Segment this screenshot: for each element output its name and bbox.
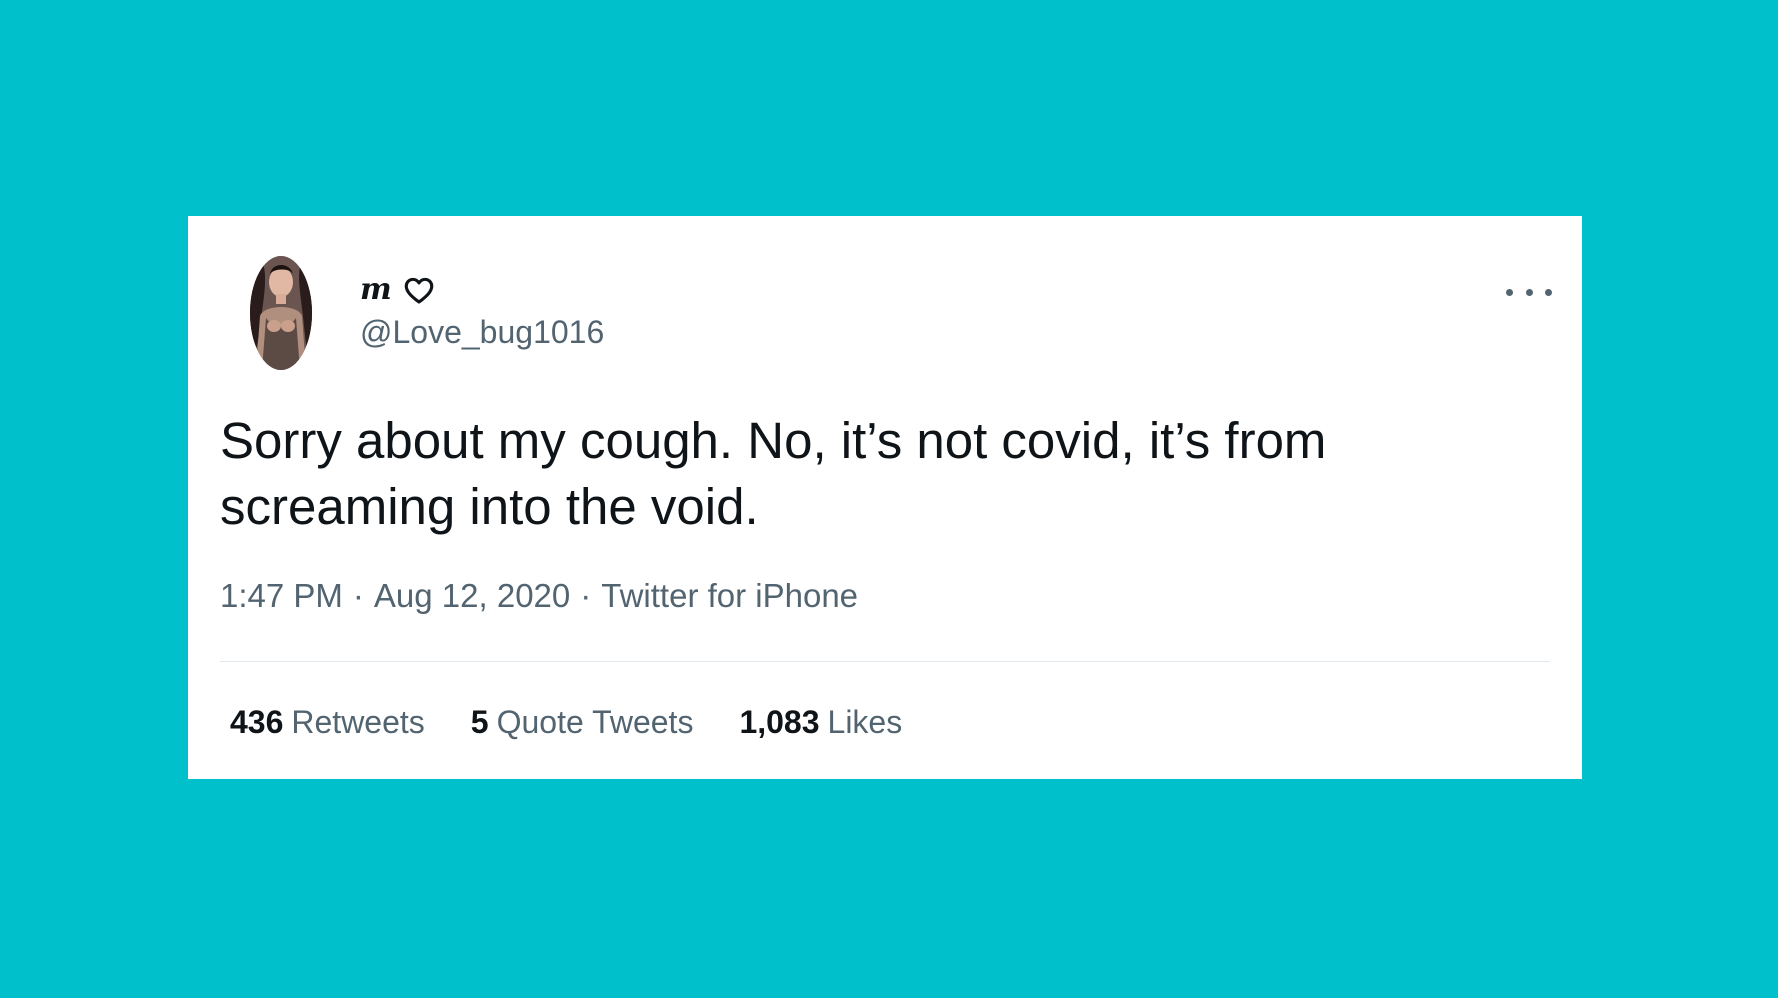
tweet-date[interactable]: Aug 12, 2020 <box>374 577 570 614</box>
tweet-stats: 436 Retweets 5 Quote Tweets 1,083 Likes <box>230 702 902 742</box>
retweets-stat[interactable]: 436 Retweets <box>230 702 425 742</box>
quote-tweets-stat[interactable]: 5 Quote Tweets <box>471 702 694 742</box>
likes-stat[interactable]: 1,083 Likes <box>739 702 902 742</box>
more-options-button[interactable] <box>1506 282 1552 302</box>
tweet-metadata: 1:47 PM · Aug 12, 2020 · Twitter for iPhone <box>220 576 858 616</box>
display-name-text: m <box>360 272 392 307</box>
quote-tweets-label: Quote Tweets <box>496 704 694 740</box>
display-name[interactable]: m <box>360 272 436 308</box>
likes-count: 1,083 <box>739 704 820 740</box>
user-handle[interactable]: @Love_bug1016 <box>360 312 604 352</box>
tweet-card: m @Love_bug1016 Sorry about my cough. No… <box>188 216 1582 779</box>
likes-label: Likes <box>827 704 903 740</box>
meta-separator: · <box>580 577 592 614</box>
retweets-count: 436 <box>230 704 284 740</box>
meta-separator: · <box>352 577 364 614</box>
avatar-photo-icon <box>250 256 312 370</box>
more-options-icon-dot <box>1525 288 1533 296</box>
divider <box>220 661 1550 662</box>
more-options-icon-dot <box>1545 288 1552 296</box>
retweets-label: Retweets <box>291 704 425 740</box>
heart-outline-icon <box>402 273 436 307</box>
tweet-time[interactable]: 1:47 PM <box>220 577 343 614</box>
tweet-source[interactable]: Twitter for iPhone <box>601 577 858 614</box>
quote-tweets-count: 5 <box>470 704 489 740</box>
avatar[interactable] <box>250 256 312 370</box>
tweet-text: Sorry about my cough. No, it’s not covid… <box>220 412 1327 535</box>
more-options-icon <box>1506 288 1513 296</box>
